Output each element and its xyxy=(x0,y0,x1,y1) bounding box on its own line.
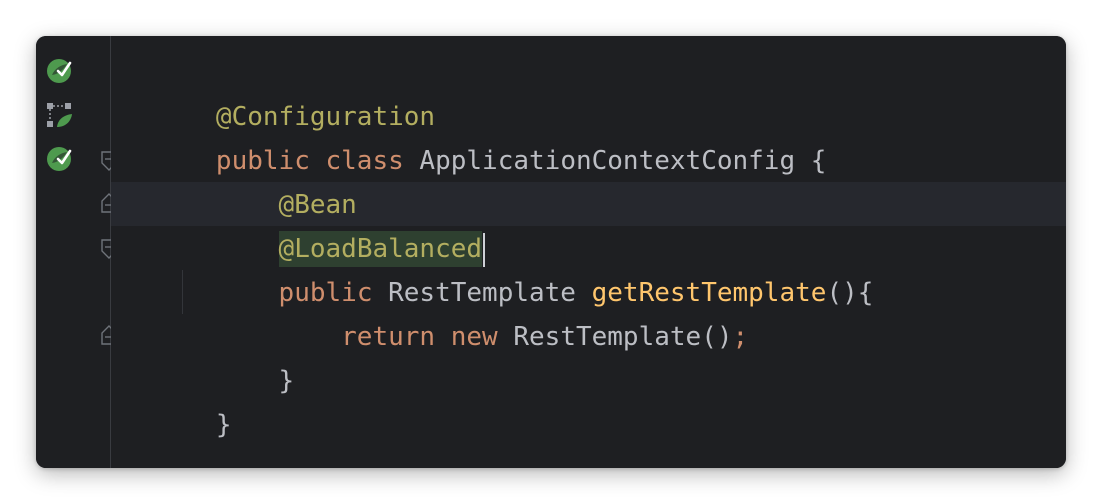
editor-gutter[interactable] xyxy=(36,36,117,468)
plain-token: (){ xyxy=(826,278,874,308)
plain-token: RestTemplate() xyxy=(497,322,733,352)
spring-bean-icon[interactable] xyxy=(45,145,73,173)
semicolon-token: ; xyxy=(732,322,749,352)
code-editor-window: @Configuration public class ApplicationC… xyxy=(36,36,1066,468)
code-line-current[interactable]: @LoadBalanced xyxy=(122,183,486,267)
code-line[interactable]: @Bean xyxy=(122,139,357,220)
class-name-token: ApplicationContextConfig { xyxy=(403,146,827,176)
code-line[interactable]: public class ApplicationContextConfig { xyxy=(122,95,827,176)
brace-token: } xyxy=(215,410,232,440)
code-line[interactable]: } xyxy=(122,315,295,396)
keyword-token: return xyxy=(341,322,436,352)
code-line[interactable]: public RestTemplate getRestTemplate(){ xyxy=(122,227,874,308)
code-line[interactable]: @Configuration xyxy=(122,51,435,132)
keyword-token: new xyxy=(450,322,498,352)
code-line[interactable]: } xyxy=(122,359,232,440)
code-area[interactable]: @Configuration public class ApplicationC… xyxy=(111,36,1066,468)
code-line[interactable]: return new RestTemplate(); xyxy=(122,271,748,352)
spring-bean-icon[interactable] xyxy=(45,57,73,85)
spring-config-icon[interactable] xyxy=(45,101,73,129)
